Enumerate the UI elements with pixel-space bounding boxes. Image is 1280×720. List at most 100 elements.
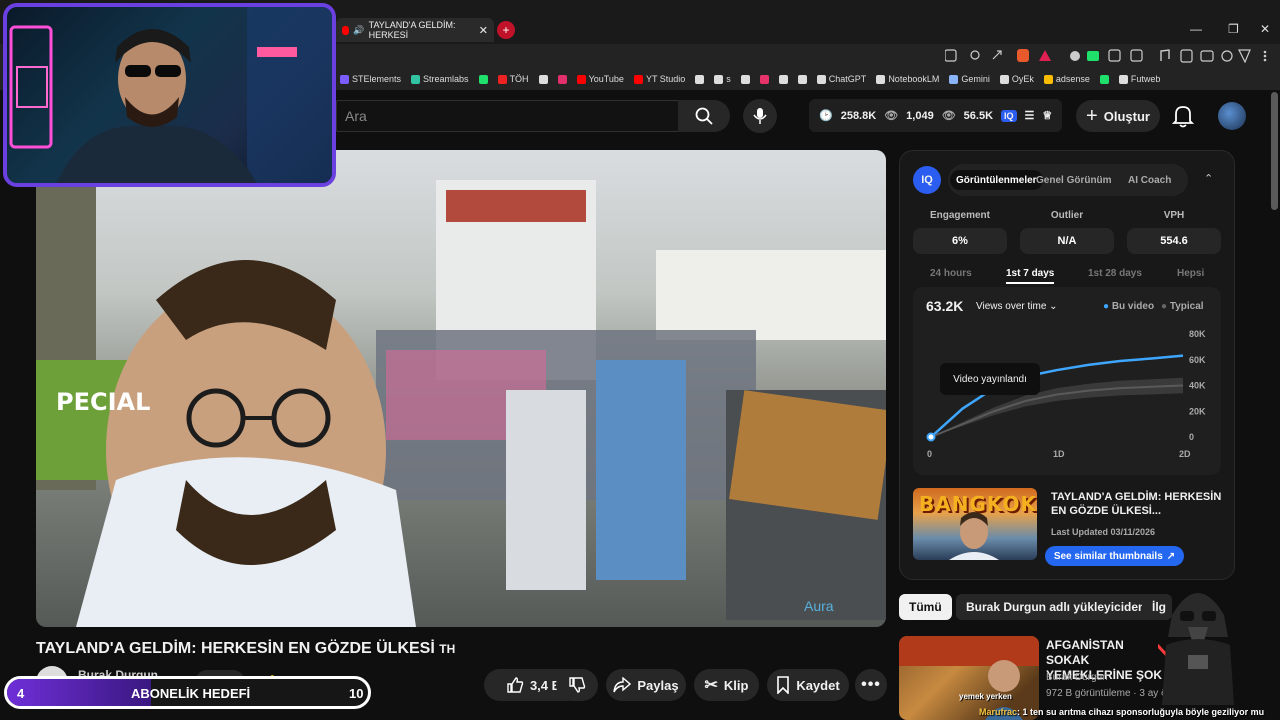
- video-frame: PECIAL: [36, 150, 886, 627]
- bookmark-favicon-icon: [633, 74, 643, 84]
- bookmark-favicon-icon: [740, 74, 750, 84]
- bookmark-favicon-icon: [949, 74, 959, 84]
- new-tab-button[interactable]: +: [497, 21, 515, 39]
- stat-views-b: 56.5K: [963, 109, 994, 122]
- thumbnail-face: [949, 512, 999, 560]
- bookmark-item[interactable]: adsense: [1043, 74, 1090, 84]
- bookmark-item[interactable]: [740, 74, 750, 84]
- range-28d[interactable]: 1st 28 days: [1088, 268, 1142, 279]
- bookmark-item[interactable]: TÖH: [497, 74, 529, 84]
- close-window-icon[interactable]: ✕: [1260, 22, 1270, 36]
- recommendation-channel[interactable]: Burak Durgun: [1046, 672, 1108, 683]
- save-button[interactable]: Kaydet: [767, 669, 849, 701]
- bookmark-favicon-icon: [411, 74, 421, 84]
- search-button[interactable]: [678, 100, 730, 132]
- bookmark-item[interactable]: OyEk: [999, 74, 1034, 84]
- bookmark-label: adsense: [1055, 74, 1090, 84]
- goal-target: 10: [349, 686, 364, 701]
- see-similar-thumbnails-button[interactable]: See similar thumbnails ↗: [1045, 546, 1184, 566]
- search-input[interactable]: Ara: [336, 100, 678, 132]
- vidiq-badge-icon[interactable]: IQ: [1001, 109, 1017, 122]
- range-7d[interactable]: 1st 7 days: [1006, 268, 1054, 279]
- thumbs-up-icon: [507, 677, 524, 693]
- bookmark-icon: [777, 676, 790, 694]
- browser-tab-active[interactable]: 🔊 TAYLAND'A GELDİM: HERKESİ ✕: [336, 18, 494, 42]
- bookmark-item[interactable]: s: [714, 74, 731, 84]
- bookmark-item[interactable]: [797, 74, 807, 84]
- metric-value-engagement: 6%: [913, 228, 1007, 254]
- account-avatar[interactable]: [1218, 102, 1246, 130]
- bookmark-favicon-icon: [576, 74, 586, 84]
- save-label: Kaydet: [796, 677, 840, 693]
- share-button[interactable]: Paylaş: [606, 669, 686, 701]
- dislike-button[interactable]: [556, 669, 598, 701]
- bookmark-item[interactable]: Streamlabs: [411, 74, 469, 84]
- bookmark-item[interactable]: Gemini: [949, 74, 990, 84]
- bookmark-item[interactable]: NotebookLM: [876, 74, 939, 84]
- trophy-icon[interactable]: ♕: [1042, 109, 1052, 122]
- x-tick-label: 2D: [1179, 449, 1191, 459]
- bookmark-favicon-icon: [1043, 74, 1053, 84]
- maximize-icon[interactable]: ❐: [1228, 22, 1239, 36]
- thumbnail-preview[interactable]: BANGKOK: [913, 488, 1037, 560]
- speaker-icon: 🔊: [353, 24, 365, 35]
- svg-text:PECIAL: PECIAL: [56, 388, 150, 416]
- notifications-bell-icon[interactable]: [1172, 104, 1194, 128]
- bookmark-favicon-icon: [876, 74, 886, 84]
- bookmark-favicon-icon: [714, 74, 724, 84]
- webcam-overlay: [3, 3, 336, 187]
- tab-ai-coach[interactable]: AI Coach: [1122, 170, 1177, 190]
- last-updated: Last Updated 03/11/2026: [1051, 527, 1156, 537]
- bookmark-item[interactable]: [478, 74, 488, 84]
- list-icon[interactable]: ☰: [1025, 109, 1035, 122]
- video-player[interactable]: PECIAL Aura: [36, 150, 886, 627]
- metric-value-vph: 554.6: [1127, 228, 1221, 254]
- bookmark-item[interactable]: YouTube: [576, 74, 624, 84]
- more-actions-button[interactable]: •••: [855, 669, 887, 701]
- share-icon: [613, 677, 632, 693]
- scissors-icon: ✂: [704, 677, 718, 694]
- tab-overview[interactable]: Genel Görünüm: [1030, 170, 1118, 190]
- bookmark-label: Futweb: [1130, 74, 1161, 84]
- bookmark-favicon-icon: [340, 74, 349, 84]
- bookmark-item[interactable]: [538, 74, 548, 84]
- bookmark-item[interactable]: ChatGPT: [816, 74, 866, 84]
- bookmark-item[interactable]: YT Studio: [633, 74, 685, 84]
- bookmark-item[interactable]: [695, 74, 705, 84]
- clip-button[interactable]: ✂ Klip: [694, 669, 759, 701]
- x-tick-label: 0: [927, 449, 932, 459]
- tab-close-icon[interactable]: ✕: [479, 24, 488, 37]
- y-tick-label: 40K: [1189, 381, 1206, 391]
- views-chart-card: 63.2K Views over time ⌄ ● Bu video ● Typ…: [913, 287, 1221, 475]
- range-24h[interactable]: 24 hours: [930, 268, 972, 279]
- minimize-icon[interactable]: —: [1190, 22, 1202, 36]
- chip-all[interactable]: Tümü: [899, 594, 952, 620]
- create-label: Oluştur: [1103, 108, 1150, 124]
- range-all[interactable]: Hepsi: [1177, 268, 1204, 279]
- goal-progress-fill: [7, 679, 152, 706]
- create-button[interactable]: + Oluştur: [1076, 100, 1160, 132]
- tab-views[interactable]: Görüntülenmeler: [950, 170, 1043, 190]
- bookmark-favicon-icon: [778, 74, 788, 84]
- chip-from-uploader[interactable]: Burak Durgun adlı yükleyiciden: [956, 594, 1156, 620]
- voice-search-button[interactable]: [743, 99, 777, 133]
- bookmark-favicon-icon: [999, 74, 1009, 84]
- bookmark-item[interactable]: Futweb: [1118, 74, 1161, 84]
- bookmark-item[interactable]: STElements: [340, 74, 401, 84]
- bookmark-label: YouTube: [588, 74, 624, 84]
- extension-icons-row[interactable]: [945, 49, 1270, 63]
- bookmark-favicon-icon: [478, 74, 488, 84]
- bookmark-item[interactable]: [1099, 74, 1109, 84]
- goal-current: 4: [17, 686, 25, 701]
- page-scrollbar[interactable]: [1271, 92, 1278, 210]
- bookmark-item[interactable]: [759, 74, 769, 84]
- webcam-feed: [9, 7, 332, 183]
- bookmark-item[interactable]: [557, 74, 567, 84]
- bookmark-label: TÖH: [509, 74, 529, 84]
- metric-label-vph: VPH: [1163, 210, 1185, 221]
- bookmark-item[interactable]: [778, 74, 788, 84]
- channel-stats-widget[interactable]: 🕑 258.8K 👁 1,049 👁 56.5K IQ ☰ ♕: [809, 99, 1062, 132]
- collapse-chevron-icon[interactable]: ⌃: [1204, 172, 1213, 185]
- publish-point-marker[interactable]: [926, 432, 936, 442]
- bookmark-favicon-icon: [816, 74, 826, 84]
